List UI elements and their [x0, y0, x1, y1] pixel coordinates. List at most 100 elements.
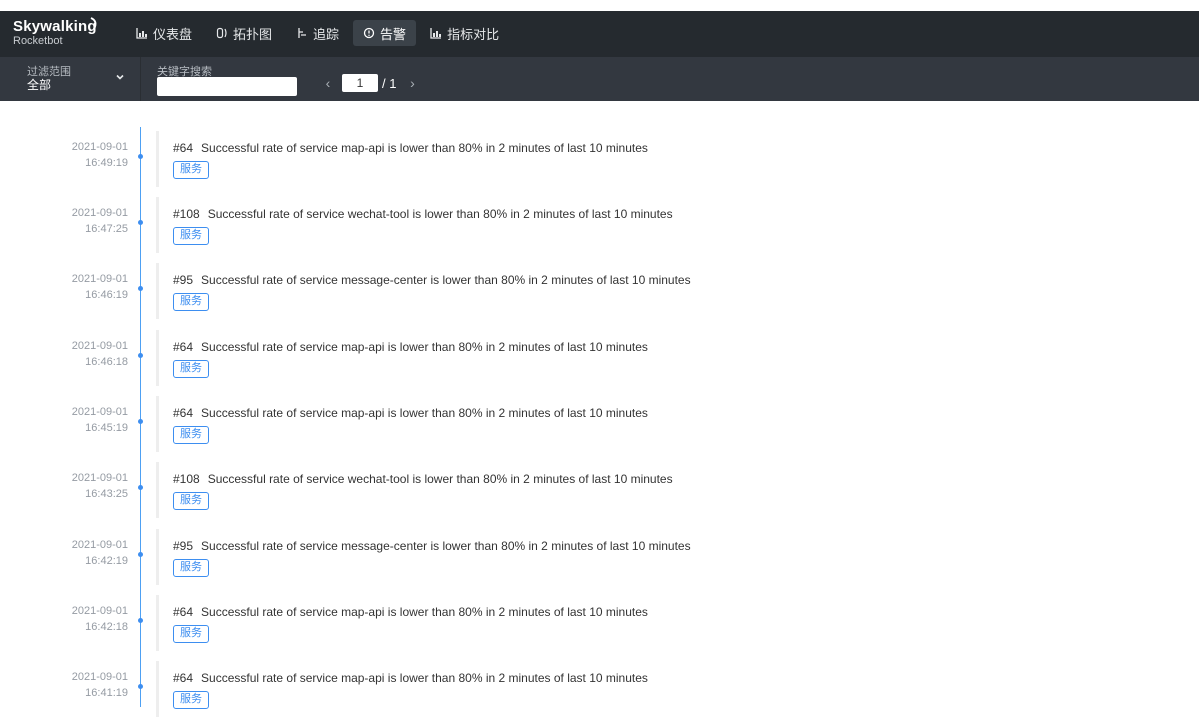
alarm-date: 2021-09-01: [71, 671, 128, 683]
alarm-id: #64: [173, 406, 194, 420]
logo-name: Skywalking: [13, 18, 97, 35]
alarm-message: Successful rate of service message-cente…: [201, 273, 691, 287]
nav-trace[interactable]: 追踪: [286, 20, 349, 46]
alarm-card[interactable]: #95 Successful rate of service message-ce…: [156, 529, 1199, 585]
alarm-message-line: #108 Successful rate of service wechat-to…: [173, 207, 673, 221]
alarm-item: 2021-09-01 16:46:19 #95 Successful rate o…: [0, 263, 1199, 323]
filter-scope-select[interactable]: 过滤范围 全部: [0, 57, 141, 101]
alarm-id: #108: [173, 207, 200, 221]
nav-metrics-compare-label: 指标对比: [447, 26, 500, 42]
alarm-date: 2021-09-01: [71, 605, 128, 617]
filter-scope-value: 全部: [27, 78, 52, 92]
page-total: / 1: [382, 75, 397, 91]
alarm-time: 16:46:19: [85, 289, 128, 301]
nav-alarm-label: 告警: [380, 26, 407, 42]
timeline-dot: [138, 419, 143, 424]
alarm-card[interactable]: #64 Successful rate of service map-api is…: [156, 661, 1199, 717]
alarm-card[interactable]: #108 Successful rate of service wechat-to…: [156, 197, 1199, 253]
next-page-icon[interactable]: ›: [404, 75, 420, 91]
alarm-item: 2021-09-01 16:41:19 #64 Successful rate o…: [0, 661, 1199, 721]
alarm-card[interactable]: #108 Successful rate of service wechat-to…: [156, 462, 1199, 518]
alarm-id: #64: [173, 671, 194, 685]
alarm-card[interactable]: #64 Successful rate of service map-api is…: [156, 131, 1199, 187]
alarm-scope-tag: 服务: [173, 161, 209, 179]
alarm-time: 16:45:19: [85, 422, 128, 434]
alarm-date: 2021-09-01: [71, 141, 128, 153]
timeline-dot: [138, 552, 143, 557]
alarm-id: #95: [173, 273, 194, 287]
alarm-date: 2021-09-01: [71, 273, 128, 285]
alarm-id: #64: [173, 605, 194, 619]
alarm-card[interactable]: #64 Successful rate of service map-api is…: [156, 330, 1199, 386]
alarm-time: 16:46:18: [85, 356, 128, 368]
alarm-card[interactable]: #95 Successful rate of service message-ce…: [156, 263, 1199, 319]
alarm-time: 16:42:18: [85, 621, 128, 633]
alarm-id: #108: [173, 472, 200, 486]
alarm-scope-tag: 服务: [173, 293, 209, 311]
timeline-dot: [138, 154, 143, 159]
alarm-message-line: #108 Successful rate of service wechat-to…: [173, 472, 673, 486]
timeline-dot: [138, 618, 143, 623]
alarm-date: 2021-09-01: [71, 340, 128, 352]
bar-chart-icon: [136, 28, 147, 39]
alarm-item: 2021-09-01 16:49:19 #64 Successful rate o…: [0, 131, 1199, 191]
timeline-dot: [138, 353, 143, 358]
alarm-message-line: #64 Successful rate of service map-api is…: [173, 671, 648, 685]
top-strip: [0, 0, 1199, 11]
prev-page-icon[interactable]: ‹: [320, 75, 336, 91]
alarm-message: Successful rate of service map-api is lo…: [201, 671, 648, 685]
alarm-message: Successful rate of service wechat-tool i…: [207, 472, 673, 486]
alarm-toolbar: 过滤范围 全部 关键字搜索 ‹ 1 / 1 ›: [0, 57, 1199, 101]
alarm-date: 2021-09-01: [71, 539, 128, 551]
alarm-time: 16:49:19: [85, 157, 128, 169]
nav-trace-label: 追踪: [313, 26, 340, 42]
logo[interactable]: Skywalking Rocketbot: [13, 17, 97, 47]
alarm-icon: [363, 27, 375, 39]
page-number-input[interactable]: 1: [342, 74, 378, 92]
keyword-search-input[interactable]: [157, 77, 297, 96]
nav-dashboard-label: 仪表盘: [153, 26, 193, 42]
timeline-dot: [138, 220, 143, 225]
alarm-id: #95: [173, 539, 194, 553]
nav-topology[interactable]: 拓扑图: [206, 20, 282, 46]
alarm-message-line: #64 Successful rate of service map-api is…: [173, 340, 648, 354]
alarm-card[interactable]: #64 Successful rate of service map-api is…: [156, 595, 1199, 651]
alarm-item: 2021-09-01 16:42:18 #64 Successful rate o…: [0, 595, 1199, 655]
chevron-down-icon: [116, 74, 124, 80]
alarm-scope-tag: 服务: [173, 691, 209, 709]
alarm-message-line: #64 Successful rate of service map-api is…: [173, 406, 648, 420]
nav-metrics-compare[interactable]: 指标对比: [420, 20, 509, 46]
alarm-date: 2021-09-01: [71, 472, 128, 484]
alarm-message-line: #64 Successful rate of service map-api is…: [173, 605, 648, 619]
alarm-message-line: #64 Successful rate of service map-api is…: [173, 141, 648, 155]
bar-chart-icon: [430, 28, 442, 39]
logo-sub: Rocketbot: [13, 35, 63, 47]
logo-swoosh-icon: [90, 17, 97, 30]
alarm-item: 2021-09-01 16:45:19 #64 Successful rate o…: [0, 396, 1199, 456]
trace-icon: [298, 28, 307, 38]
alarm-scope-tag: 服务: [173, 426, 209, 444]
alarm-timeline: 2021-09-01 16:49:19 #64 Successful rate o…: [0, 101, 1199, 717]
alarm-card[interactable]: #64 Successful rate of service map-api is…: [156, 396, 1199, 452]
main-nav: 仪表盘 拓扑图 追踪 告警 指标对比: [126, 20, 513, 48]
alarm-time: 16:43:25: [85, 488, 128, 500]
nav-alarm[interactable]: 告警: [353, 20, 417, 46]
alarm-time: 16:42:19: [85, 555, 128, 567]
alarm-message: Successful rate of service map-api is lo…: [201, 406, 648, 420]
nav-dashboard[interactable]: 仪表盘: [126, 20, 202, 46]
alarm-item: 2021-09-01 16:46:18 #64 Successful rate o…: [0, 330, 1199, 390]
alarm-id: #64: [173, 340, 194, 354]
pagination: ‹ 1 / 1 ›: [320, 73, 420, 93]
alarm-message-line: #95 Successful rate of service message-ce…: [173, 539, 691, 553]
top-navbar: Skywalking Rocketbot 仪表盘 拓扑图 追踪 告警 指标对比: [0, 11, 1199, 57]
alarm-date: 2021-09-01: [71, 207, 128, 219]
alarm-id: #64: [173, 141, 194, 155]
alarm-message: Successful rate of service message-cente…: [201, 539, 691, 553]
alarm-date: 2021-09-01: [71, 406, 128, 418]
alarm-time: 16:47:25: [85, 223, 128, 235]
alarm-scope-tag: 服务: [173, 625, 209, 643]
alarm-message: Successful rate of service map-api is lo…: [201, 605, 648, 619]
alarm-item: 2021-09-01 16:47:25 #108 Successful rate …: [0, 197, 1199, 257]
alarm-item: 2021-09-01 16:43:25 #108 Successful rate …: [0, 462, 1199, 522]
alarm-message: Successful rate of service map-api is lo…: [201, 340, 648, 354]
